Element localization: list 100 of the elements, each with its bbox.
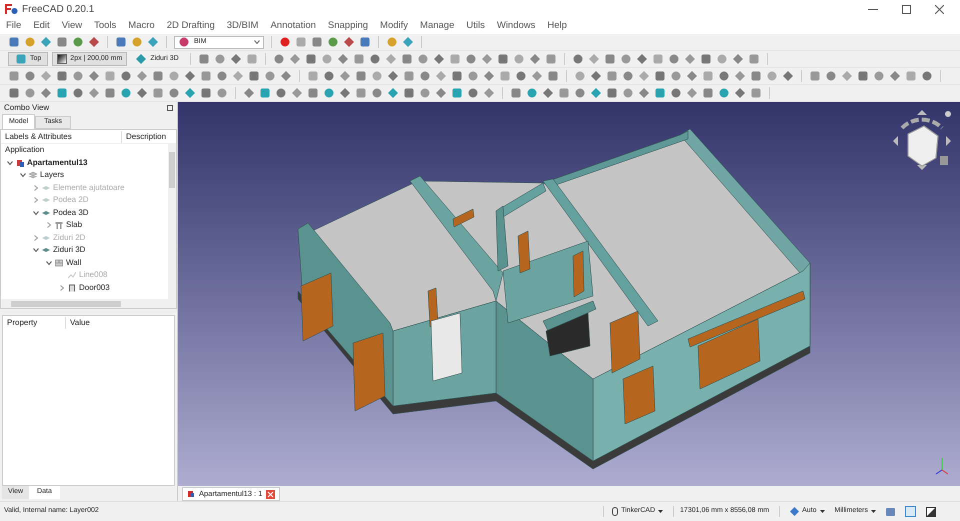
square-tool-icon[interactable] bbox=[56, 36, 68, 48]
round-tool-icon[interactable] bbox=[622, 87, 634, 99]
round-tool-icon[interactable] bbox=[272, 53, 285, 65]
square-tool-icon[interactable] bbox=[496, 53, 509, 65]
round-tool-icon[interactable] bbox=[515, 70, 527, 82]
diamond-tool-icon[interactable] bbox=[136, 70, 148, 82]
square-tool-icon[interactable] bbox=[246, 53, 258, 65]
square-tool-icon[interactable] bbox=[510, 87, 522, 99]
square-tool-icon[interactable] bbox=[702, 87, 714, 99]
diamond-tool-icon[interactable] bbox=[280, 70, 292, 82]
stop-icon[interactable] bbox=[295, 36, 307, 48]
square-tool-icon[interactable] bbox=[152, 70, 164, 82]
square-tool-icon[interactable] bbox=[544, 53, 557, 65]
diamond-tool-icon[interactable] bbox=[147, 36, 159, 48]
square-tool-icon[interactable] bbox=[104, 87, 116, 99]
square-tool-icon[interactable] bbox=[355, 87, 367, 99]
diamond-tool-icon[interactable] bbox=[232, 70, 244, 82]
diamond-tool-icon[interactable] bbox=[40, 36, 52, 48]
square-tool-icon[interactable] bbox=[905, 70, 917, 82]
menu-item[interactable]: 3D/BIM bbox=[226, 18, 258, 34]
diamond-tool-icon[interactable] bbox=[528, 53, 541, 65]
square-tool-icon[interactable] bbox=[448, 53, 461, 65]
round-tool-icon[interactable] bbox=[716, 53, 728, 65]
square-tool-icon[interactable] bbox=[304, 53, 317, 65]
round-tool-icon[interactable] bbox=[72, 87, 84, 99]
diamond-tool-icon[interactable] bbox=[40, 70, 52, 82]
menu-item[interactable]: Annotation bbox=[270, 18, 316, 34]
round-tool-icon[interactable] bbox=[120, 70, 132, 82]
tree-item[interactable]: Podea 3D bbox=[53, 206, 89, 219]
square-tool-icon[interactable] bbox=[857, 70, 869, 82]
tree-item[interactable]: Layers bbox=[40, 169, 64, 182]
round-tool-icon[interactable] bbox=[264, 70, 276, 82]
square-tool-icon[interactable] bbox=[700, 53, 712, 65]
square-tool-icon[interactable] bbox=[652, 53, 664, 65]
square-tool-icon[interactable] bbox=[403, 70, 415, 82]
square-tool-icon[interactable] bbox=[15, 53, 27, 65]
maximize-icon[interactable] bbox=[902, 4, 911, 14]
round-tool-icon[interactable] bbox=[572, 53, 584, 65]
diamond-tool-icon[interactable] bbox=[480, 53, 493, 65]
record-icon[interactable] bbox=[279, 36, 291, 48]
square-tool-icon[interactable] bbox=[307, 87, 319, 99]
square-tool-icon[interactable] bbox=[654, 87, 666, 99]
column-header[interactable]: Property bbox=[3, 317, 65, 329]
round-tool-icon[interactable] bbox=[371, 87, 383, 99]
close-icon[interactable] bbox=[935, 4, 944, 14]
square-tool-icon[interactable] bbox=[248, 70, 260, 82]
diamond-tool-icon[interactable] bbox=[483, 70, 495, 82]
square-tool-icon[interactable] bbox=[359, 36, 371, 48]
square-tool-icon[interactable] bbox=[152, 87, 164, 99]
square-tool-icon[interactable] bbox=[451, 70, 463, 82]
square-tool-icon[interactable] bbox=[606, 70, 618, 82]
round-tool-icon[interactable] bbox=[668, 53, 680, 65]
round-tool-icon[interactable] bbox=[120, 87, 132, 99]
diamond-tool-icon[interactable] bbox=[387, 70, 399, 82]
3d-viewport[interactable] bbox=[178, 102, 960, 486]
round-tool-icon[interactable] bbox=[72, 70, 84, 82]
diamond-tool-icon[interactable] bbox=[590, 87, 602, 99]
round-tool-icon[interactable] bbox=[574, 87, 586, 99]
menu-item[interactable]: File bbox=[6, 18, 22, 34]
square-tool-icon[interactable] bbox=[104, 70, 116, 82]
diamond-tool-icon[interactable] bbox=[588, 53, 600, 65]
diamond-tool-icon[interactable] bbox=[402, 36, 414, 48]
minimize-icon[interactable] bbox=[868, 8, 878, 10]
round-tool-icon[interactable] bbox=[371, 70, 383, 82]
diamond-tool-icon[interactable] bbox=[432, 53, 445, 65]
round-tool-icon[interactable] bbox=[574, 70, 586, 82]
diamond-tool-icon[interactable] bbox=[686, 87, 698, 99]
round-tool-icon[interactable] bbox=[178, 36, 190, 48]
round-tool-icon[interactable] bbox=[670, 70, 682, 82]
diamond-tool-icon[interactable] bbox=[40, 87, 52, 99]
round-tool-icon[interactable] bbox=[467, 70, 479, 82]
square-tool-icon[interactable] bbox=[56, 87, 68, 99]
diamond-tool-icon[interactable] bbox=[732, 53, 744, 65]
diamond-tool-icon[interactable] bbox=[291, 87, 303, 99]
diamond-tool-icon[interactable] bbox=[136, 87, 148, 99]
diamond-tool-icon[interactable] bbox=[88, 87, 100, 99]
diamond-tool-icon[interactable] bbox=[387, 87, 399, 99]
diamond-tool-icon[interactable] bbox=[339, 70, 351, 82]
square-tool-icon[interactable] bbox=[8, 70, 20, 82]
round-tool-icon[interactable] bbox=[327, 36, 339, 48]
square-tool-icon[interactable] bbox=[198, 53, 210, 65]
round-tool-icon[interactable] bbox=[216, 70, 228, 82]
round-tool-icon[interactable] bbox=[622, 70, 634, 82]
round-tool-icon[interactable] bbox=[214, 53, 226, 65]
round-tool-icon[interactable] bbox=[168, 87, 180, 99]
square-tool-icon[interactable] bbox=[654, 70, 666, 82]
menu-item[interactable]: Manage bbox=[420, 18, 454, 34]
square-tool-icon[interactable] bbox=[307, 70, 319, 82]
square-tool-icon[interactable] bbox=[809, 70, 821, 82]
diamond-tool-icon[interactable] bbox=[542, 87, 554, 99]
round-tool-icon[interactable] bbox=[320, 53, 333, 65]
square-tool-icon[interactable] bbox=[604, 53, 616, 65]
menu-item[interactable]: Modify bbox=[380, 18, 408, 34]
round-tool-icon[interactable] bbox=[921, 70, 933, 82]
round-tool-icon[interactable] bbox=[526, 87, 538, 99]
round-tool-icon[interactable] bbox=[24, 36, 36, 48]
diamond-tool-icon[interactable] bbox=[889, 70, 901, 82]
diamond-tool-icon[interactable] bbox=[638, 87, 650, 99]
round-tool-icon[interactable] bbox=[24, 70, 36, 82]
square-tool-icon[interactable] bbox=[400, 53, 413, 65]
